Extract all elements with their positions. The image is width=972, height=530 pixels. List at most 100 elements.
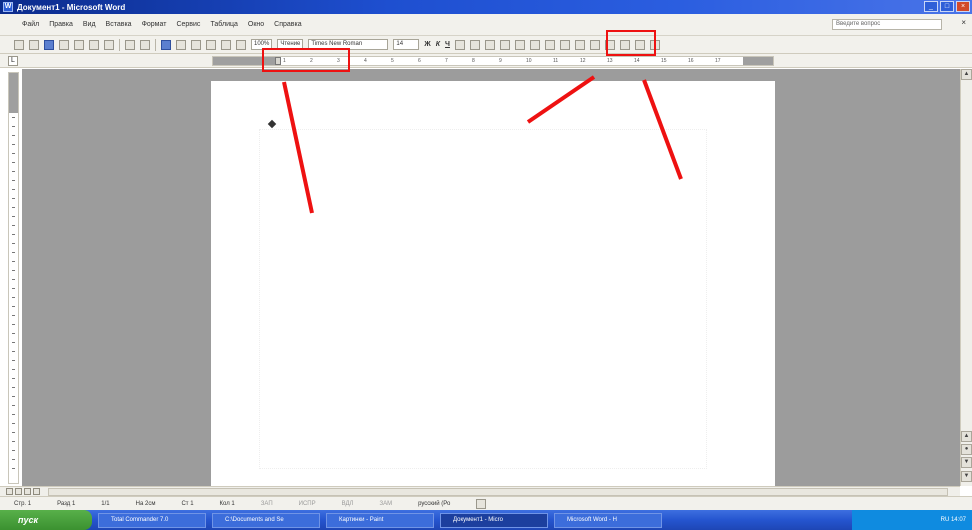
line-spacing-icon[interactable] <box>514 39 525 50</box>
previous-page-icon[interactable]: ▲ <box>961 431 972 442</box>
ruler-bar: L 1 2 3 4 5 6 7 8 9 10 11 12 13 14 15 16 17 <box>0 54 972 68</box>
decrease-indent-icon[interactable] <box>559 39 570 50</box>
menu-format[interactable]: Формат <box>142 21 167 28</box>
status-position: На 2см <box>135 500 156 507</box>
menu-bar: Файл Правка Вид Вставка Формат Сервис Та… <box>0 14 972 36</box>
taskbar-item-explorer[interactable]: C:\Documents and Se <box>212 512 320 528</box>
font-size-select[interactable]: 14 <box>393 39 420 50</box>
menu-table[interactable]: Таблица <box>210 21 237 28</box>
increase-indent-icon[interactable] <box>574 39 585 50</box>
title-bar: W Документ1 - Microsoft Word _ □ × <box>0 0 972 14</box>
windows-taskbar: пуск Total Commander 7.0 C:\Documents an… <box>0 510 972 530</box>
ruler-tick-label: 4 <box>364 58 367 64</box>
status-line: Ст 1 <box>181 500 194 507</box>
document-close-icon[interactable]: × <box>961 18 966 27</box>
status-ext[interactable]: ВДЛ <box>342 501 354 507</box>
web-view-icon[interactable] <box>15 488 22 495</box>
status-page-of: 1/1 <box>101 500 110 507</box>
ruler-tick-label: 6 <box>418 58 421 64</box>
ruler-tick-label: 14 <box>634 58 640 64</box>
print-layout-icon[interactable] <box>24 488 31 495</box>
word-app-icon[interactable]: W <box>3 2 13 12</box>
menu-help[interactable]: Справка <box>274 21 301 28</box>
help-question-input[interactable]: Введите вопрос <box>832 19 942 30</box>
ruler-tick-label: 13 <box>607 58 613 64</box>
taskbar-item-paint[interactable]: Картинки - Paint <box>326 512 434 528</box>
columns-icon[interactable] <box>221 39 231 50</box>
print-preview-icon[interactable] <box>74 39 84 50</box>
print-icon[interactable] <box>59 39 69 50</box>
document-page[interactable] <box>211 81 775 486</box>
status-trk[interactable]: ИСПР <box>299 501 316 507</box>
ruler-tick-label: 16 <box>688 58 694 64</box>
menu-insert[interactable]: Вставка <box>106 21 132 28</box>
browse-object-controls: ▲ ● ▼ <box>961 431 972 470</box>
normal-view-icon[interactable] <box>6 488 13 495</box>
undo-icon[interactable] <box>125 39 135 50</box>
menu-view[interactable]: Вид <box>83 21 96 28</box>
new-document-icon[interactable] <box>14 39 24 50</box>
borders-icon[interactable] <box>589 39 600 50</box>
align-center-icon[interactable] <box>469 39 480 50</box>
start-button[interactable]: пуск <box>0 510 92 530</box>
view-buttons <box>6 488 40 495</box>
menu-file[interactable]: Файл <box>22 21 39 28</box>
word-window: W Документ1 - Microsoft Word _ □ × Файл … <box>0 0 972 530</box>
menu-window[interactable]: Окно <box>248 21 264 28</box>
select-browse-object-icon[interactable]: ● <box>961 444 972 455</box>
taskbar-item-word-2[interactable]: Microsoft Word - Н <box>554 512 662 528</box>
menu-edit[interactable]: Правка <box>49 21 73 28</box>
underline-button[interactable]: Ч <box>445 41 450 48</box>
text-area-boundary[interactable] <box>259 129 707 469</box>
italic-button[interactable]: К <box>436 41 440 48</box>
research-icon[interactable] <box>104 39 114 50</box>
status-ovr[interactable]: ЗАМ <box>379 501 392 507</box>
minimize-button[interactable]: _ <box>924 1 938 12</box>
formatting-toolbar: 100% Чтение Times New Roman 14 Ж К Ч <box>0 36 972 54</box>
drawing-icon[interactable] <box>236 39 246 50</box>
taskbar-item-word-active[interactable]: Документ1 - Micro <box>440 512 548 528</box>
status-language: русский (Ро <box>418 500 451 507</box>
insert-table-icon[interactable] <box>191 39 201 50</box>
next-page-icon[interactable]: ▼ <box>961 457 972 468</box>
tables-borders-icon[interactable] <box>176 39 186 50</box>
horizontal-scrollbar[interactable] <box>0 486 960 496</box>
spelling-status-icon[interactable] <box>476 498 487 509</box>
align-left-icon[interactable] <box>454 39 465 50</box>
justify-icon[interactable] <box>499 39 510 50</box>
hyperlink-icon[interactable] <box>161 39 171 50</box>
outline-view-icon[interactable] <box>33 488 40 495</box>
ruler-tick-label: 12 <box>580 58 586 64</box>
bullets-icon[interactable] <box>544 39 555 50</box>
menu-tools[interactable]: Сервис <box>176 21 200 28</box>
ruler-tick-label: 11 <box>553 58 559 64</box>
bold-button[interactable]: Ж <box>424 41 430 48</box>
vertical-ruler[interactable] <box>8 72 19 484</box>
top-margin-area <box>9 73 18 113</box>
maximize-button[interactable]: □ <box>940 1 954 12</box>
ruler-tick-label: 8 <box>472 58 475 64</box>
open-icon[interactable] <box>29 39 39 50</box>
scroll-up-icon[interactable]: ▲ <box>961 69 972 80</box>
status-section: Разд 1 <box>57 500 76 507</box>
system-tray-clock[interactable]: RU 14:07 <box>852 510 972 530</box>
insert-excel-icon[interactable] <box>206 39 216 50</box>
document-workspace <box>22 69 960 486</box>
toolbar-separator <box>155 38 156 51</box>
vertical-scrollbar[interactable]: ▲ ▲ ● ▼ ▼ <box>960 69 972 486</box>
status-rec[interactable]: ЗАП <box>261 501 273 507</box>
scroll-down-icon[interactable]: ▼ <box>961 471 972 482</box>
align-right-icon[interactable] <box>484 39 495 50</box>
text-cursor <box>267 119 277 129</box>
redo-icon[interactable] <box>140 39 150 50</box>
tab-selector[interactable]: L <box>8 56 18 66</box>
ruler-tick-label: 10 <box>526 58 532 64</box>
close-button[interactable]: × <box>956 1 970 12</box>
numbering-icon[interactable] <box>529 39 540 50</box>
save-icon[interactable] <box>44 39 54 50</box>
horizontal-scroll-track[interactable] <box>48 488 948 496</box>
taskbar-item-total-commander[interactable]: Total Commander 7.0 <box>98 512 206 528</box>
vertical-ruler-ticks <box>12 117 15 477</box>
ruler-tick-label: 7 <box>445 58 448 64</box>
spelling-icon[interactable] <box>89 39 99 50</box>
